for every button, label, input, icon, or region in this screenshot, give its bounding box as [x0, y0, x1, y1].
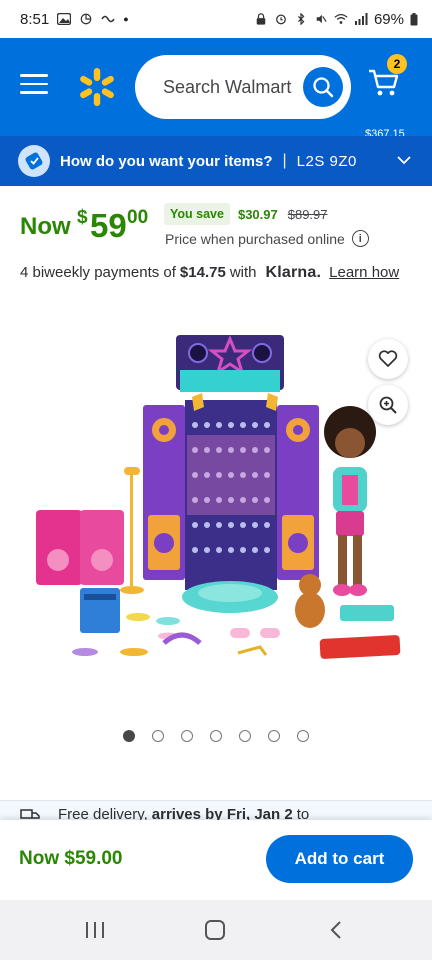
- fitness-icon: [101, 15, 115, 23]
- search-button[interactable]: [303, 67, 343, 107]
- cart-count-badge: 2: [387, 54, 407, 74]
- carousel-dot[interactable]: [297, 730, 309, 742]
- savings-row: You save $30.97 $89.97: [164, 201, 328, 227]
- recent-apps-icon[interactable]: [86, 922, 104, 938]
- price-note-text: Price when purchased online: [165, 230, 345, 247]
- carousel-dot[interactable]: [210, 730, 222, 742]
- info-icon[interactable]: i: [351, 230, 369, 247]
- delivery-date: arrives by Fri, Jan 2: [151, 806, 293, 820]
- add-to-cart-button[interactable]: Add to cart: [266, 835, 413, 883]
- signal-icon: [354, 13, 368, 25]
- walmart-spark-logo[interactable]: [76, 66, 118, 108]
- status-bar: 8:51 ● 69%: [0, 0, 432, 38]
- carousel-dot[interactable]: [239, 730, 251, 742]
- delivery-text-c: to: [296, 806, 310, 820]
- you-save-badge: You save: [164, 203, 230, 225]
- klarna-prefix: 4 biweekly payments of: [20, 264, 176, 281]
- menu-button[interactable]: [20, 74, 48, 96]
- more-dot-icon: ●: [123, 14, 129, 24]
- klarna-with: with: [229, 264, 257, 281]
- app-header: Search Walmart 2 $367.15: [0, 38, 432, 140]
- carousel-dot[interactable]: [123, 730, 135, 742]
- price-dollars: 59: [90, 207, 127, 244]
- delivery-info: Free delivery, arrives by Fri, Jan 2 to: [0, 800, 432, 820]
- klarna-amount: $14.75: [179, 264, 226, 281]
- battery-percent: 69%: [373, 10, 404, 28]
- carousel-dots: [0, 730, 432, 742]
- price-cents: 00: [127, 207, 149, 228]
- carousel-dot[interactable]: [268, 730, 280, 742]
- zoom-in-icon: [379, 396, 397, 414]
- delivery-text-a: Free delivery,: [58, 806, 148, 820]
- search-bar[interactable]: Search Walmart: [135, 55, 351, 119]
- add-to-cart-bar: Now $59.00 Add to cart: [0, 820, 432, 900]
- system-nav-bar: [0, 900, 432, 960]
- delivery-options-icon: [18, 145, 50, 177]
- clock: 8:51: [20, 10, 50, 28]
- footer-price: Now $59.00: [19, 848, 123, 869]
- postal-code: L2S 9Z0: [296, 152, 357, 170]
- price-note: Price when purchased online i: [165, 230, 369, 247]
- fulfillment-question: How do you want your items?: [60, 152, 273, 170]
- was-price: $89.97: [287, 206, 328, 222]
- klarna-logo: Klarna.: [265, 264, 322, 281]
- zoom-button[interactable]: [368, 385, 408, 425]
- fulfillment-selector[interactable]: How do you want your items? | L2S 9Z0: [0, 136, 432, 186]
- battery-icon: [410, 12, 418, 25]
- product-image[interactable]: [30, 325, 410, 670]
- bluetooth-icon: [297, 13, 305, 25]
- price-now-label: Now: [20, 213, 71, 240]
- back-icon[interactable]: [329, 920, 343, 940]
- save-amount: $30.97: [237, 206, 278, 222]
- pinwheel-icon: [80, 13, 92, 25]
- klarna-financing: 4 biweekly payments of $14.75 with Klarn…: [20, 264, 399, 282]
- price-currency: $: [77, 207, 88, 228]
- wifi-icon: [334, 14, 348, 24]
- search-placeholder: Search Walmart: [163, 76, 292, 97]
- home-icon[interactable]: [205, 920, 225, 940]
- alarm-icon: [276, 14, 286, 25]
- learn-how-link[interactable]: Learn how: [329, 264, 399, 281]
- cart-button[interactable]: 2: [364, 54, 416, 106]
- carousel-dot[interactable]: [152, 730, 164, 742]
- lock-icon: [256, 13, 266, 25]
- truck-icon: [20, 808, 40, 819]
- carousel-dot[interactable]: [181, 730, 193, 742]
- search-icon: [313, 77, 334, 98]
- favorite-button[interactable]: [368, 339, 408, 379]
- chevron-down-icon: [397, 156, 411, 165]
- fulfillment-separator: |: [282, 152, 287, 169]
- gallery-icon: [57, 13, 72, 25]
- heart-icon: [378, 350, 398, 367]
- mute-icon: [316, 14, 327, 24]
